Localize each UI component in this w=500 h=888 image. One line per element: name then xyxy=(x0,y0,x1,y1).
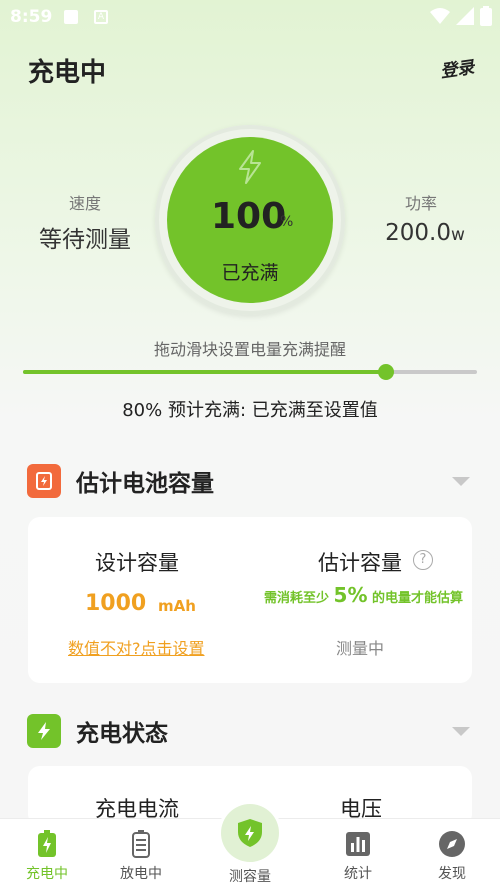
charge-status: 已充满 xyxy=(221,262,279,284)
battery-icon xyxy=(101,829,181,859)
set-capacity-link[interactable]: 数值不对?点击设置 xyxy=(68,635,205,659)
nav-label: 发现 xyxy=(438,866,466,882)
capacity-section-header[interactable]: 估计电池容量 xyxy=(27,464,214,498)
notification-icon xyxy=(64,10,78,24)
battery-box-icon xyxy=(27,464,61,498)
status-indicators xyxy=(430,6,492,26)
power-number: 200.0 xyxy=(385,220,451,246)
charging-battery-icon xyxy=(7,829,87,859)
chevron-down-icon[interactable] xyxy=(452,727,470,736)
estimated-capacity-label: 估计容量 xyxy=(318,551,402,575)
charge-status-section-header[interactable]: 充电状态 xyxy=(27,714,168,748)
nav-item-discover[interactable]: 发现 xyxy=(412,829,492,883)
power-unit: w xyxy=(450,225,465,245)
bar-chart-icon xyxy=(318,829,398,859)
nav-label: 放电中 xyxy=(120,866,162,882)
note-value: 5% xyxy=(333,583,368,607)
battery-icon xyxy=(480,6,492,26)
lightning-icon xyxy=(239,150,261,184)
note-prefix: 需消耗至少 xyxy=(264,591,330,606)
nav-item-charging[interactable]: 充电中 xyxy=(7,829,87,883)
slider-hint: 拖动滑块设置电量充满提醒 xyxy=(153,340,346,359)
nav-label: 统计 xyxy=(344,866,372,882)
charge-alert-slider[interactable] xyxy=(23,364,477,380)
compass-icon xyxy=(412,829,492,859)
slider-info: 80% 预计充满: 已充满至设置值 xyxy=(122,400,378,421)
battery-percent: 100 xyxy=(211,196,287,237)
design-capacity-value: 1000 xyxy=(85,591,147,616)
nav-label-measure-capacity[interactable]: 测容量 xyxy=(200,866,300,886)
status-time: 8:59 xyxy=(10,7,53,27)
charge-status-section-title: 充电状态 xyxy=(76,721,168,747)
help-icon[interactable]: ? xyxy=(413,550,433,570)
chevron-down-icon[interactable] xyxy=(452,477,470,486)
estimate-note: 需消耗至少 5% 的电量才能估算 xyxy=(264,585,464,609)
signal-icon xyxy=(456,7,474,25)
speed-value: 等待测量 xyxy=(39,227,131,253)
lightning-box-icon xyxy=(27,714,61,748)
slider-thumb[interactable] xyxy=(378,364,395,380)
capacity-section-title: 估计电池容量 xyxy=(76,471,214,497)
nav-item-discharging[interactable]: 放电中 xyxy=(101,829,181,883)
shield-bolt-icon xyxy=(238,819,262,847)
design-capacity-unit: mAh xyxy=(158,597,196,615)
note-suffix: 的电量才能估算 xyxy=(372,591,464,606)
nav-item-stats[interactable]: 统计 xyxy=(318,829,398,883)
design-capacity-label: 设计容量 xyxy=(95,551,179,575)
notification-badge-icon: A xyxy=(94,10,108,24)
wifi-icon xyxy=(430,8,450,24)
speed-label: 速度 xyxy=(68,194,101,213)
power-value: 200.0w xyxy=(380,220,470,246)
estimate-status: 测量中 xyxy=(336,639,385,658)
slider-fill xyxy=(23,370,387,374)
nav-item-measure-capacity[interactable] xyxy=(221,804,279,862)
login-button[interactable]: 登录 xyxy=(438,53,475,83)
power-label: 功率 xyxy=(404,194,437,213)
percent-sign: % xyxy=(280,214,294,230)
nav-label: 充电中 xyxy=(26,866,68,882)
status-bar: 8:59 A xyxy=(0,0,500,34)
page-title: 充电中 xyxy=(28,58,107,88)
capacity-card: 设计容量 1000 mAh 数值不对?点击设置 估计容量 ? 需消耗至少 5% … xyxy=(28,517,472,683)
